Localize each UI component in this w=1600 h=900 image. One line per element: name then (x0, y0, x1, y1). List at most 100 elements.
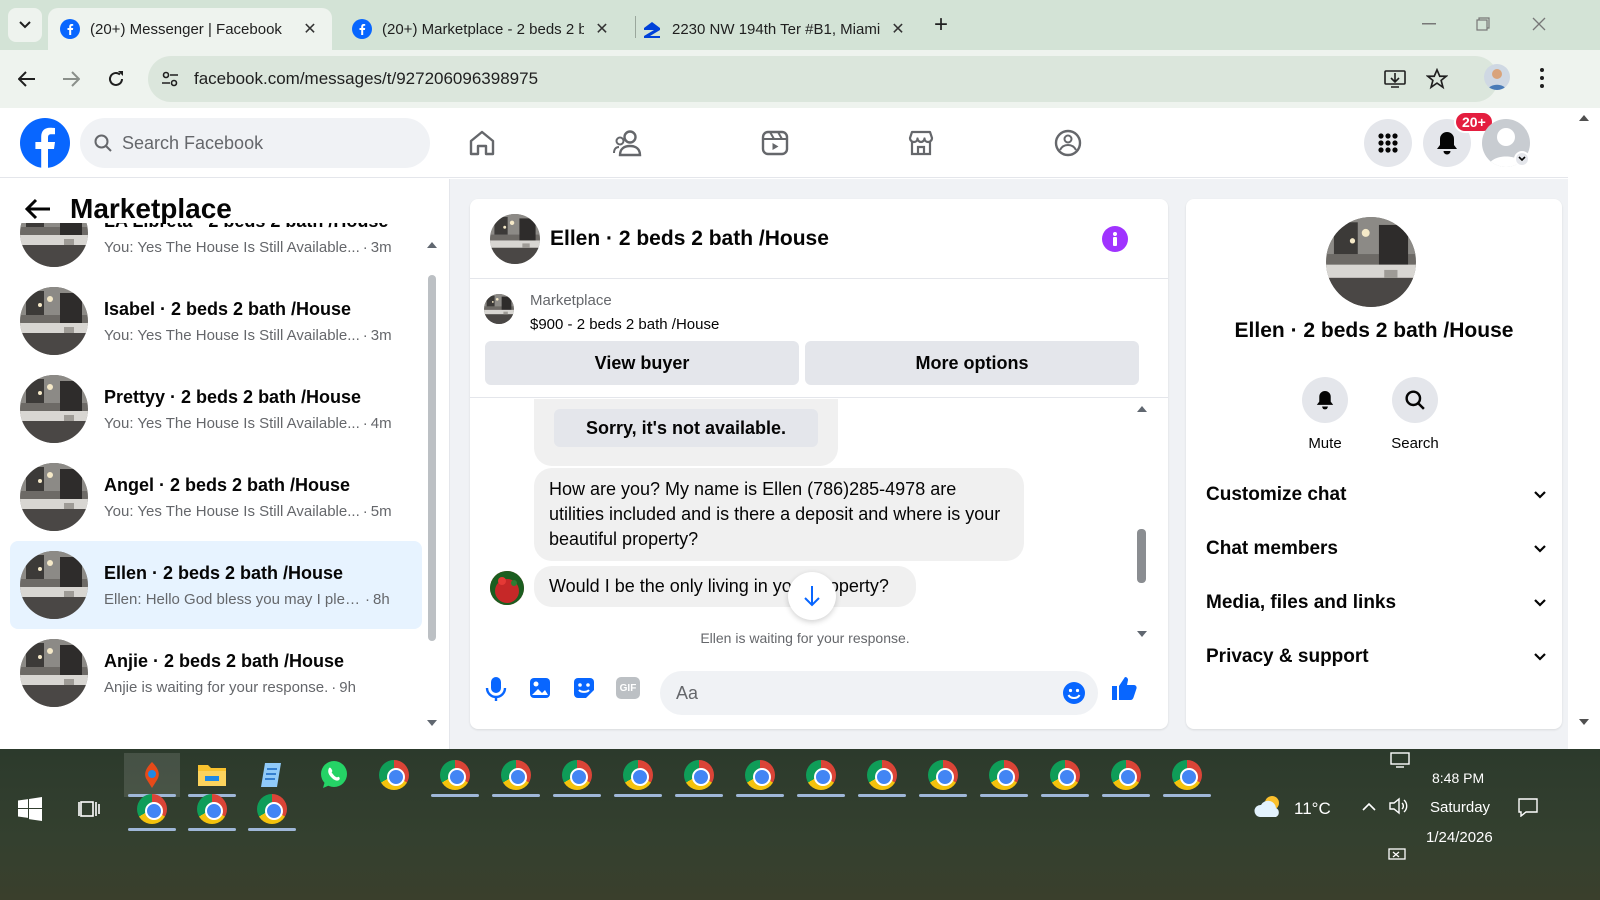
video-icon[interactable] (757, 125, 793, 161)
thread-scrollbar-thumb[interactable] (1137, 529, 1146, 583)
chat-avatar[interactable] (490, 214, 540, 264)
microphone-icon[interactable] (484, 676, 508, 702)
facebook-logo[interactable] (20, 118, 70, 168)
sidebar-scroll-up[interactable] (426, 241, 438, 249)
composer: GIF Aa (470, 657, 1168, 729)
chrome-profile-icon[interactable] (427, 753, 483, 797)
reload-button[interactable] (101, 64, 131, 94)
profile-avatar[interactable] (1484, 64, 1510, 90)
account-chevron-icon[interactable] (1514, 151, 1530, 167)
page-scroll-up[interactable] (1578, 114, 1590, 122)
task-view-icon[interactable] (78, 797, 102, 821)
clock-day[interactable]: Saturday (1430, 799, 1490, 816)
friends-icon[interactable] (610, 125, 646, 161)
mute-button[interactable]: Mute (1302, 377, 1348, 452)
chrome-profile-icon[interactable] (854, 753, 910, 797)
view-buyer-button[interactable]: View buyer (485, 341, 799, 385)
restore-button[interactable] (1468, 12, 1498, 36)
menu-grid-button[interactable] (1364, 119, 1412, 167)
thread-scroll-up[interactable] (1136, 405, 1148, 413)
chat-members-section[interactable]: Chat members (1206, 529, 1546, 569)
browser-tab-messenger[interactable]: (20+) Messenger | Facebook ✕ (48, 8, 332, 50)
browser-tab-marketplace[interactable]: (20+) Marketplace - 2 beds 2 ba ✕ (340, 8, 624, 50)
scroll-to-bottom-button[interactable] (788, 572, 836, 620)
privacy-support-section[interactable]: Privacy & support (1206, 637, 1546, 677)
site-info-icon[interactable] (160, 69, 180, 89)
conversation-item[interactable]: Isabel · 2 beds 2 bath /House You: Yes T… (10, 277, 422, 365)
chrome-profile-icon[interactable] (915, 753, 971, 797)
page-scrollbar[interactable] (1568, 108, 1600, 749)
conversation-item-selected[interactable]: Ellen · 2 beds 2 bath /House Ellen: Hell… (10, 541, 422, 629)
chrome-profile-icon[interactable] (244, 787, 300, 831)
close-window-button[interactable] (1524, 12, 1554, 36)
marketplace-icon[interactable] (903, 125, 939, 161)
photo-icon[interactable] (528, 676, 552, 700)
browser-menu-icon[interactable] (1534, 66, 1550, 90)
chrome-profile-icon[interactable] (1098, 753, 1154, 797)
back-arrow-icon[interactable] (24, 197, 52, 221)
close-tab-icon[interactable]: ✕ (300, 19, 320, 39)
weather-temperature[interactable]: 11°C (1294, 799, 1331, 819)
close-tab-icon[interactable]: ✕ (592, 19, 612, 39)
chrome-profile-icon[interactable] (610, 753, 666, 797)
gaming-icon[interactable] (1050, 125, 1086, 161)
chrome-icon[interactable] (366, 753, 422, 797)
listing-thumbnail (20, 551, 88, 619)
media-files-links-section[interactable]: Media, files and links (1206, 583, 1546, 623)
minimize-button[interactable] (1414, 12, 1444, 36)
details-avatar[interactable] (1326, 217, 1416, 307)
chrome-profile-icon[interactable] (976, 753, 1032, 797)
thumbs-up-icon[interactable] (1110, 674, 1138, 702)
sidebar-scroll-down[interactable] (426, 719, 438, 727)
show-hidden-icons[interactable] (1362, 802, 1376, 811)
home-icon[interactable] (464, 125, 500, 161)
chrome-profile-icon[interactable] (549, 753, 605, 797)
search-conversation-button[interactable]: Search (1391, 377, 1439, 452)
search-icon (94, 134, 112, 152)
customize-chat-section[interactable]: Customize chat (1206, 475, 1546, 515)
sidebar-scrollbar-thumb[interactable] (428, 275, 436, 641)
gif-icon[interactable]: GIF (616, 677, 640, 699)
page-scroll-down[interactable] (1578, 718, 1590, 726)
chrome-profile-icon[interactable] (488, 753, 544, 797)
info-icon[interactable] (1102, 226, 1128, 252)
emoji-icon[interactable] (1062, 681, 1086, 705)
chrome-profile-icon[interactable] (1037, 753, 1093, 797)
chrome-profile-icon[interactable] (793, 753, 849, 797)
message-input[interactable]: Aa (660, 671, 1098, 715)
weather-icon[interactable] (1254, 793, 1284, 819)
install-app-icon[interactable] (1384, 69, 1406, 89)
conversation-item[interactable]: Prettyy · 2 beds 2 bath /House You: Yes … (10, 365, 422, 453)
whatsapp-icon[interactable] (306, 753, 362, 797)
back-button[interactable] (12, 64, 42, 94)
chrome-profile-icon[interactable] (671, 753, 727, 797)
sticker-icon[interactable] (572, 676, 596, 700)
sender-avatar[interactable] (490, 571, 524, 605)
clock-date[interactable]: 1/24/2026 (1426, 829, 1493, 846)
chrome-profile-icon[interactable] (124, 787, 180, 831)
tab-search-button[interactable] (8, 8, 42, 42)
network-icon[interactable] (1388, 847, 1410, 861)
conversation-item[interactable]: Angel · 2 beds 2 bath /House You: Yes Th… (10, 453, 422, 541)
close-tab-icon[interactable]: ✕ (888, 19, 908, 39)
new-tab-button[interactable]: + (928, 11, 954, 38)
volume-icon[interactable] (1388, 797, 1408, 815)
address-bar[interactable]: facebook.com/messages/t/927206096398975 (148, 56, 1498, 102)
browser-tab-zillow[interactable]: 2230 NW 194th Ter #B1, Miami ✕ (630, 8, 920, 50)
thread-scroll-down[interactable] (1136, 630, 1148, 638)
bookmark-star-icon[interactable] (1426, 68, 1448, 90)
facebook-search-input[interactable]: Search Facebook (80, 118, 430, 168)
conversation-item[interactable]: Anjie · 2 beds 2 bath /House Anjie is wa… (10, 629, 422, 717)
quick-reply-button[interactable]: Sorry, it's not available. (554, 409, 818, 447)
forward-button[interactable] (56, 64, 86, 94)
more-options-button[interactable]: More options (805, 341, 1139, 385)
conversation-item[interactable]: LA Libreta · 2 beds 2 bath /House You: Y… (10, 223, 422, 277)
display-icon[interactable] (1390, 751, 1410, 769)
chrome-profile-icon[interactable] (732, 753, 788, 797)
notification-center-icon[interactable] (1518, 797, 1538, 817)
windows-start-icon[interactable] (18, 797, 42, 821)
chrome-profile-icon[interactable] (184, 787, 240, 831)
clock-time[interactable]: 8:48 PM (1432, 770, 1484, 786)
chat-title[interactable]: Ellen · 2 beds 2 bath /House (550, 227, 829, 251)
chrome-profile-icon[interactable] (1159, 753, 1215, 797)
